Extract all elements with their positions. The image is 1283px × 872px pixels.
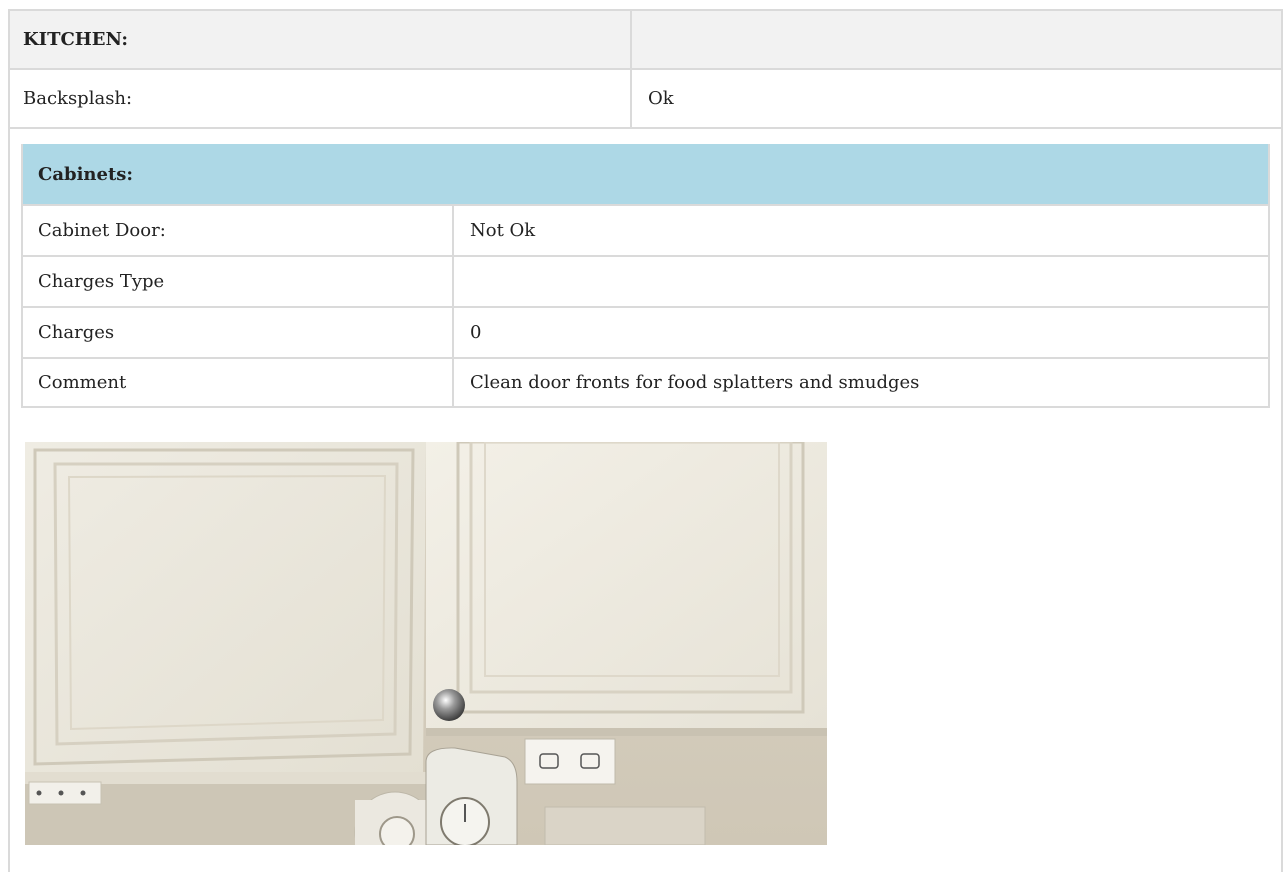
table-row: Cabinet Door: Not Ok [23, 204, 1268, 255]
table-row: Comment Clean door fronts for food splat… [23, 357, 1268, 408]
cabinets-table: Cabinets: Cabinet Door: Not Ok Charges T… [21, 144, 1270, 408]
charges-type-value [454, 257, 1268, 306]
cabinets-header-value [454, 144, 1268, 204]
inspection-page: KITCHEN: Backsplash: Ok Cabinets: Cabine… [0, 0, 1283, 872]
cabinet-door-label: Cabinet Door: [23, 206, 454, 255]
charges-value: 0 [470, 322, 482, 343]
backsplash-row: Backsplash: Ok [10, 68, 1281, 127]
charges-label: Charges [23, 308, 454, 357]
kitchen-header-row: KITCHEN: [10, 9, 1281, 68]
table-row: Charges 0 [23, 306, 1268, 357]
cabinets-title: Cabinets: [38, 163, 134, 185]
comment-value: Clean door fronts for food splatters and… [470, 372, 920, 393]
cabinets-header-row: Cabinets: [23, 144, 1268, 204]
table-row: Charges Type [23, 255, 1268, 306]
charges-type-label: Charges Type [23, 257, 454, 306]
kitchen-title: KITCHEN: [10, 11, 632, 68]
comment-label: Comment [23, 359, 454, 406]
kitchen-title-value [632, 11, 1281, 68]
cabinet-photo[interactable] [25, 442, 827, 845]
backsplash-value: Ok [648, 88, 674, 109]
cabinet-door-value: Not Ok [470, 220, 536, 241]
backsplash-label: Backsplash: [10, 70, 632, 127]
